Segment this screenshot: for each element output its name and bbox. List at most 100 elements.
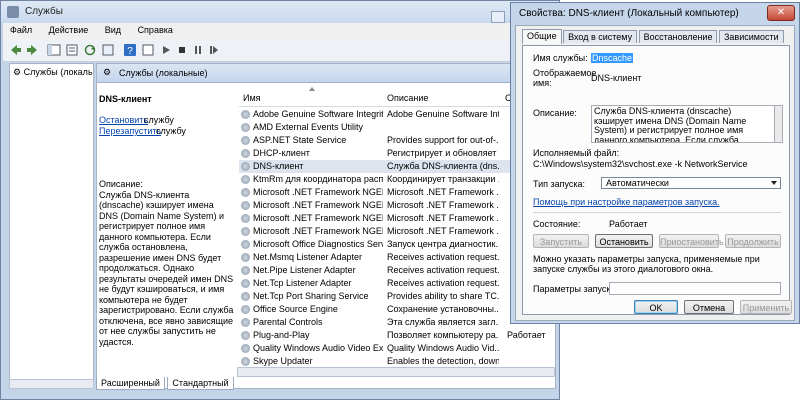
menu-file[interactable]: Файл bbox=[3, 23, 39, 35]
view-tabs: Расширенный Стандартный bbox=[96, 377, 556, 391]
description-textbox[interactable]: Служба DNS-клиента (dnscache) кэширует и… bbox=[591, 105, 775, 143]
table-row[interactable]: Quality Windows Audio Video Expe... Quali… bbox=[239, 342, 555, 355]
services-window: Службы Файл Действие Вид Справка ? ⚙ Слу… bbox=[0, 0, 560, 400]
table-row[interactable]: Microsoft .NET Framework NGEN v... Micros… bbox=[239, 212, 555, 225]
service-name: Skype Updater bbox=[253, 356, 313, 366]
service-description-text: Описание: Служба DNS-клиента (dnscache) … bbox=[99, 179, 234, 347]
service-description: Microsoft .NET Framework ... bbox=[387, 213, 499, 223]
toolbar: ? bbox=[3, 39, 557, 62]
pause-icon[interactable] bbox=[191, 43, 205, 57]
service-description: Координирует транзакции ... bbox=[387, 174, 499, 184]
table-row[interactable]: Microsoft .NET Framework NGEN v... Micros… bbox=[239, 199, 555, 212]
close-button[interactable]: ✕ bbox=[767, 5, 795, 21]
startup-type-value: Автоматически bbox=[606, 178, 669, 188]
service-name: ASP.NET State Service bbox=[253, 135, 347, 145]
start-button[interactable]: Запустить bbox=[533, 234, 589, 248]
table-row[interactable]: Net.Tcp Port Sharing Service Provides abi… bbox=[239, 290, 555, 303]
minimize-button[interactable] bbox=[491, 11, 505, 23]
tab-extended[interactable]: Расширенный bbox=[96, 377, 165, 390]
tab-standard[interactable]: Стандартный bbox=[167, 377, 234, 390]
play-icon[interactable] bbox=[159, 43, 173, 57]
console-tree: ⚙ Службы (локалы bbox=[9, 63, 94, 389]
service-name-value[interactable]: Dnscache bbox=[591, 53, 634, 63]
tab-general[interactable]: Общие bbox=[522, 29, 562, 44]
sort-arrow-icon bbox=[309, 87, 315, 91]
table-row[interactable]: Plug-and-Play Позволяет компьютеру ра... Р… bbox=[239, 329, 555, 342]
table-row[interactable]: Net.Msmq Listener Adapter Receives activa… bbox=[239, 251, 555, 264]
tab-logon[interactable]: Вход в систему bbox=[563, 30, 638, 43]
service-gear-icon bbox=[241, 331, 250, 340]
table-row[interactable]: Microsoft .NET Framework NGEN v... Micros… bbox=[239, 186, 555, 199]
service-gear-icon bbox=[241, 344, 250, 353]
service-name: Quality Windows Audio Video Expe... bbox=[253, 343, 383, 353]
service-gear-icon bbox=[241, 253, 250, 262]
list-horizontal-scrollbar[interactable] bbox=[237, 367, 555, 377]
stop-button[interactable]: Остановить bbox=[595, 234, 653, 248]
service-gear-icon bbox=[241, 266, 250, 275]
service-name: Net.Msmq Listener Adapter bbox=[253, 252, 363, 262]
table-row[interactable]: AMD External Events Utility bbox=[239, 121, 555, 134]
service-name: KtmRm для координатора распре... bbox=[253, 174, 383, 184]
properties-icon[interactable] bbox=[65, 43, 79, 57]
service-description: Provides ability to share TC... bbox=[387, 291, 499, 301]
services-title: Службы bbox=[25, 6, 63, 17]
service-description: Quality Windows Audio Vid... bbox=[387, 343, 499, 353]
back-arrow-icon[interactable] bbox=[9, 43, 23, 57]
description-scrollbar[interactable] bbox=[775, 105, 783, 143]
service-gear-icon bbox=[241, 123, 250, 132]
service-name: Microsoft .NET Framework NGEN v... bbox=[253, 187, 383, 197]
service-gear-icon bbox=[241, 136, 250, 145]
filter-view-icon[interactable] bbox=[141, 43, 155, 57]
restart-service-link[interactable]: Перезапустить bbox=[99, 126, 161, 136]
cancel-button[interactable]: Отмена bbox=[684, 300, 734, 314]
service-name: Office Source Engine bbox=[253, 304, 338, 314]
close-icon: ✕ bbox=[776, 7, 786, 18]
column-description[interactable]: Описание bbox=[387, 93, 428, 103]
ok-button[interactable]: OK bbox=[634, 300, 678, 314]
stop-service-link[interactable]: Остановить bbox=[99, 115, 148, 125]
restart-icon[interactable] bbox=[207, 43, 221, 57]
menu-view[interactable]: Вид bbox=[98, 23, 128, 35]
service-gear-icon bbox=[241, 162, 250, 171]
table-row[interactable]: Net.Tcp Listener Adapter Receives activat… bbox=[239, 277, 555, 290]
dialog-body: Общие Вход в систему Восстановление Зави… bbox=[515, 25, 795, 321]
gear-icon bbox=[7, 6, 19, 18]
table-row[interactable]: Office Source Engine Сохранение установоч… bbox=[239, 303, 555, 316]
apply-button[interactable]: Применить bbox=[740, 300, 792, 314]
service-description: Позволяет компьютеру ра... bbox=[387, 330, 499, 340]
startup-type-select[interactable]: Автоматически bbox=[601, 177, 781, 189]
tree-item-services[interactable]: ⚙ Службы (локалы bbox=[13, 67, 93, 78]
display-name-value[interactable]: DNS-клиент bbox=[591, 73, 641, 83]
table-row[interactable]: Microsoft .NET Framework NGEN v... Micros… bbox=[239, 225, 555, 238]
dialog-title: Свойства: DNS-клиент (Локальный компьюте… bbox=[519, 8, 739, 19]
start-params-input[interactable] bbox=[609, 282, 781, 295]
service-gear-icon bbox=[241, 227, 250, 236]
table-row[interactable]: KtmRm для координатора распре... Координи… bbox=[239, 173, 555, 186]
continue-button[interactable]: Продолжить bbox=[725, 234, 781, 248]
pause-button[interactable]: Приостановить bbox=[659, 234, 724, 248]
menu-action[interactable]: Действие bbox=[42, 23, 96, 35]
table-row[interactable]: DHCP-клиент Регистрирует и обновляет ... bbox=[239, 147, 555, 160]
dialog-titlebar[interactable]: Свойства: DNS-клиент (Локальный компьюте… bbox=[511, 3, 799, 25]
table-row[interactable]: Parental Controls Эта служба является заг… bbox=[239, 316, 555, 329]
table-row[interactable]: Microsoft Office Diagnostics Service Запу… bbox=[239, 238, 555, 251]
table-row[interactable]: ASP.NET State Service Provides support fo… bbox=[239, 134, 555, 147]
forward-arrow-icon[interactable] bbox=[25, 43, 39, 57]
tree-horizontal-scrollbar[interactable] bbox=[9, 379, 94, 389]
stop-icon[interactable] bbox=[175, 43, 189, 57]
service-gear-icon bbox=[241, 110, 250, 119]
table-row[interactable]: Net.Pipe Listener Adapter Receives activa… bbox=[239, 264, 555, 277]
console-tree-icon[interactable] bbox=[47, 43, 61, 57]
table-row[interactable]: DNS-клиент Служба DNS-клиента (dns... bbox=[239, 160, 555, 173]
help-icon[interactable]: ? bbox=[123, 43, 137, 57]
column-name[interactable]: Имя bbox=[243, 93, 261, 103]
chevron-down-icon bbox=[771, 181, 777, 185]
refresh-icon[interactable] bbox=[83, 43, 97, 57]
table-row[interactable]: Adobe Genuine Software Integrity ... Adob… bbox=[239, 108, 555, 121]
startup-help-link[interactable]: Помощь при настройке параметров запуска. bbox=[533, 197, 720, 207]
services-titlebar[interactable]: Службы bbox=[1, 1, 559, 23]
tab-recovery[interactable]: Восстановление bbox=[638, 30, 718, 43]
menu-help[interactable]: Справка bbox=[131, 23, 180, 35]
tab-dependencies[interactable]: Зависимости bbox=[718, 30, 784, 43]
export-list-icon[interactable] bbox=[101, 43, 115, 57]
